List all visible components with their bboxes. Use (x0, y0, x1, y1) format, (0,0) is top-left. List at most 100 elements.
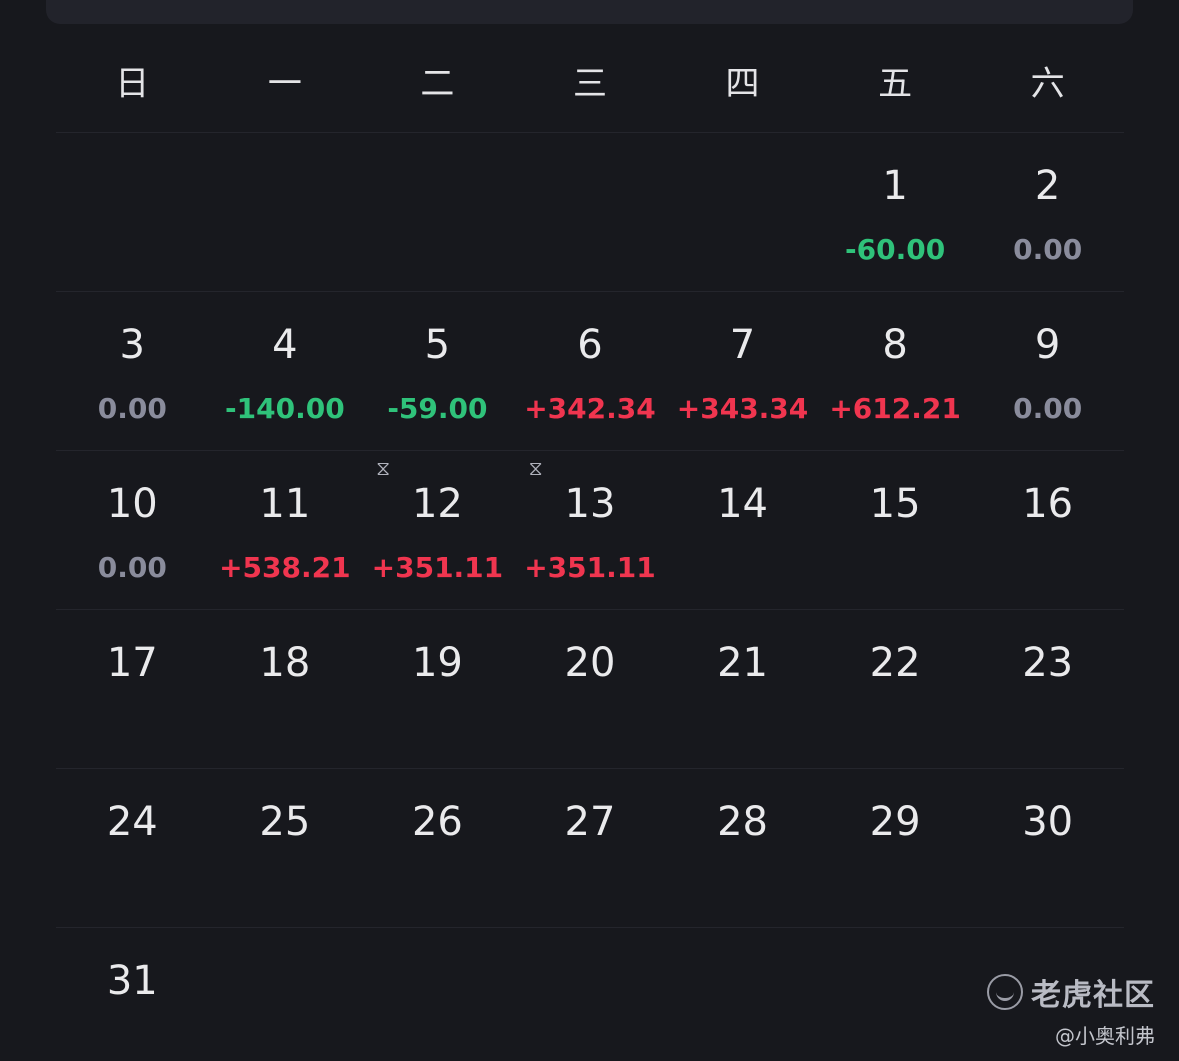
day-number: 23 (1022, 640, 1074, 686)
hourglass-icon: ⧖ (376, 456, 391, 480)
day-number (514, 133, 667, 163)
day-number: 5 (424, 322, 451, 368)
daily-pnl-value: -60.00 (845, 233, 946, 266)
calendar-day-cell[interactable]: 15 (819, 451, 972, 609)
day-number: 19 (411, 640, 463, 686)
tiger-logo-icon (987, 974, 1023, 1010)
calendar-week-row: 31 (56, 928, 1124, 1061)
day-number: 7 (729, 322, 756, 368)
daily-pnl-value: +538.21 (219, 551, 351, 584)
calendar-day-cell[interactable]: 10 0.00 (56, 451, 209, 609)
watermark-user: @小奥利弗 (1055, 1024, 1155, 1048)
calendar-day-cell[interactable]: 21 (666, 610, 819, 768)
weekday-sat: 六 (1030, 64, 1065, 104)
daily-pnl-value: 0.00 (1013, 392, 1083, 425)
calendar-day-cell[interactable]: 14 (666, 451, 819, 609)
weekday-tue: 二 (420, 64, 455, 104)
day-number: 30 (1022, 799, 1074, 845)
calendar-empty-cell (56, 133, 209, 291)
day-number: 2 (1034, 163, 1061, 209)
day-number: 4 (272, 322, 298, 368)
calendar-day-cell[interactable]: 30 (971, 769, 1124, 927)
calendar-day-cell[interactable]: 5 -59.00 (361, 292, 514, 450)
calendar-day-cell[interactable]: 20 (514, 610, 667, 768)
weekday-fri: 五 (878, 64, 913, 104)
day-number (819, 928, 972, 958)
calendar-day-cell[interactable]: 22 (819, 610, 972, 768)
day-number: 15 (869, 481, 921, 527)
daily-pnl-value: +351.11 (524, 551, 656, 584)
day-number: 26 (411, 799, 463, 845)
day-number: 11 (259, 481, 311, 527)
day-number: 8 (882, 322, 908, 368)
weekday-header: 日 一 二 三 四 五 六 (56, 40, 1124, 133)
calendar-day-cell[interactable]: 24 (56, 769, 209, 927)
calendar-day-cell[interactable]: 1 -60.00 (819, 133, 972, 291)
day-number: 21 (717, 640, 768, 686)
daily-pnl-value: 0.00 (97, 551, 167, 584)
day-number (666, 133, 819, 163)
calendar-day-cell[interactable]: 11 +538.21 (209, 451, 362, 609)
calendar-empty-cell (209, 133, 362, 291)
weekday-thu: 四 (725, 64, 760, 104)
calendar-day-cell[interactable]: 28 (666, 769, 819, 927)
calendar-day-cell[interactable]: 23 (971, 610, 1124, 768)
day-number (971, 928, 1124, 958)
day-number: 25 (259, 799, 311, 845)
watermark: 老虎社区 (987, 970, 1155, 1014)
calendar-empty-cell (514, 133, 667, 291)
calendar-week-row: 10 0.00 11 +538.21 ⧖ 12 +351.11 ⧖ 13 +351.11 14 15 1… (56, 451, 1124, 610)
day-number (514, 928, 667, 958)
day-number: 22 (869, 640, 921, 686)
calendar-day-cell[interactable]: 9 0.00 (971, 292, 1124, 450)
top-panel (46, 0, 1133, 24)
calendar-empty-cell (514, 928, 667, 1061)
daily-pnl-value: +343.34 (676, 392, 809, 425)
calendar-week-row: 24 25 26 27 28 29 30 (56, 769, 1124, 928)
daily-pnl-value: +342.34 (524, 392, 656, 425)
day-number (361, 133, 514, 163)
daily-pnl-value: -140.00 (225, 392, 345, 425)
daily-pnl-value: 0.00 (97, 392, 167, 425)
calendar-day-cell[interactable]: 26 (361, 769, 514, 927)
day-number: 24 (106, 799, 158, 845)
calendar-day-cell[interactable]: 17 (56, 610, 209, 768)
day-number: 14 (717, 481, 768, 527)
calendar-day-cell[interactable]: 16 (971, 451, 1124, 609)
calendar-day-cell[interactable]: 29 (819, 769, 972, 927)
daily-pnl-value: +351.11 (371, 551, 504, 584)
day-number: 27 (564, 799, 616, 845)
day-number: 29 (869, 799, 921, 845)
calendar-day-cell[interactable]: 31 (56, 928, 209, 1061)
calendar-day-cell[interactable]: ⧖ 13 +351.11 (514, 451, 667, 609)
day-number: 28 (717, 799, 768, 845)
day-number: 31 (106, 958, 158, 1004)
calendar-day-cell[interactable]: 25 (209, 769, 362, 927)
day-number: 1 (882, 163, 908, 209)
calendar-day-cell[interactable]: 3 0.00 (56, 292, 209, 450)
calendar-day-cell[interactable]: 8 +612.21 (819, 292, 972, 450)
day-number: 6 (577, 322, 603, 368)
calendar-empty-cell (361, 928, 514, 1061)
weekday-wed: 三 (572, 64, 607, 104)
calendar-day-cell[interactable]: 18 (209, 610, 362, 768)
calendar-day-cell[interactable]: 27 (514, 769, 667, 927)
calendar-day-cell[interactable]: 19 (361, 610, 514, 768)
calendar-day-cell[interactable]: 6 +342.34 (514, 292, 667, 450)
daily-pnl-value: -59.00 (387, 392, 488, 425)
day-number: 3 (119, 322, 145, 368)
daily-pnl-value: +612.21 (829, 392, 961, 425)
day-number: 10 (106, 481, 158, 527)
calendar-day-cell[interactable]: ⧖ 12 +351.11 (361, 451, 514, 609)
day-number: 17 (106, 640, 158, 686)
daily-pnl-value: 0.00 (1013, 233, 1083, 266)
calendar-empty-cell (209, 928, 362, 1061)
calendar-day-cell[interactable]: 7 +343.34 (666, 292, 819, 450)
day-number: 16 (1022, 481, 1074, 527)
watermark-brand: 老虎社区 (1031, 978, 1155, 1013)
calendar-day-cell[interactable]: 4 -140.00 (209, 292, 362, 450)
day-number: 18 (259, 640, 311, 686)
day-number (209, 928, 362, 958)
calendar-empty-cell (819, 928, 972, 1061)
calendar-day-cell[interactable]: 2 0.00 (971, 133, 1124, 291)
